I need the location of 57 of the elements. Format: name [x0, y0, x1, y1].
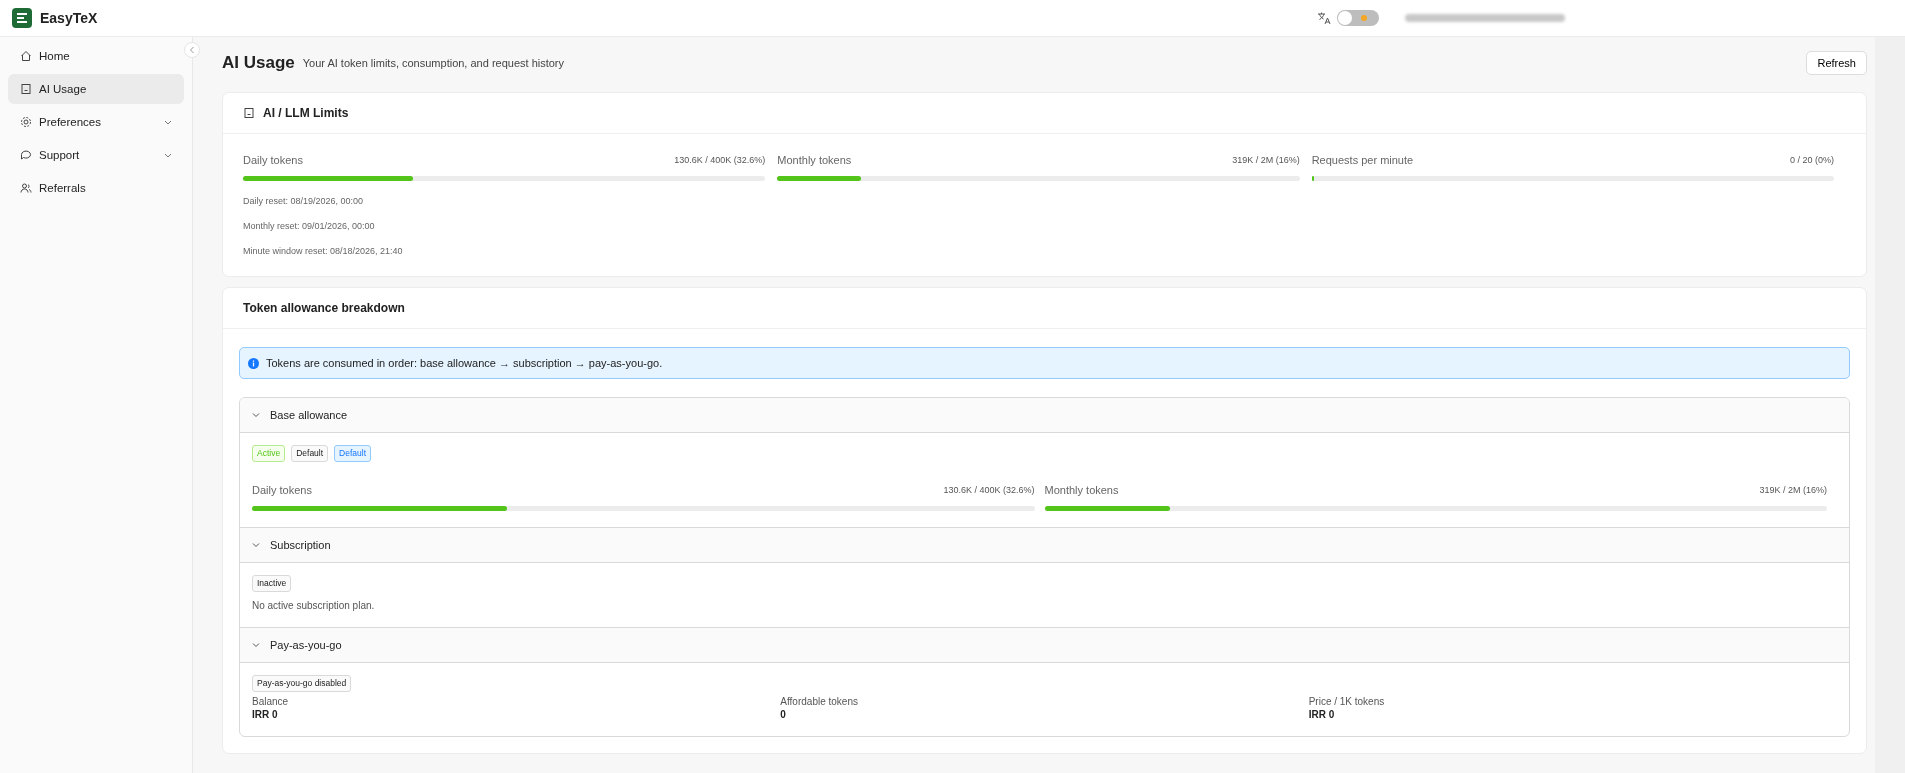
- info-text: Tokens are consumed in order: base allowance → subscription → pay-as-you-go.: [266, 357, 663, 369]
- status-tag: Inactive: [252, 575, 292, 593]
- settings-icon: [20, 116, 32, 128]
- stat-value: 0: [780, 709, 787, 721]
- meter-reading: 319K / 2M (16%): [1759, 485, 1827, 496]
- section-header[interactable]: Subscription: [240, 528, 1849, 564]
- chevron-down-icon: [252, 411, 260, 419]
- stat-value: IRR 0: [1308, 709, 1336, 721]
- meter-label: Requests per minute: [1311, 154, 1414, 166]
- translate-icon[interactable]: [1317, 11, 1331, 25]
- status-tag: Default: [334, 445, 372, 463]
- card-title: Token allowance breakdown: [243, 301, 405, 315]
- meter-label: Monthly tokens: [777, 154, 852, 166]
- sidebar-item[interactable]: Support: [8, 140, 184, 170]
- people-icon: [20, 182, 32, 194]
- page-subtitle: Your AI token limits, consumption, and request history: [302, 57, 565, 69]
- home-icon: [20, 50, 32, 62]
- stat-label: Affordable tokens: [780, 696, 859, 708]
- meter-label: Daily tokens: [252, 484, 312, 497]
- meter-label: Monthly tokens: [1044, 484, 1119, 497]
- app-name: EasyTeX: [40, 10, 98, 26]
- meter-label: Daily tokens: [243, 154, 303, 166]
- section-header[interactable]: Base allowance: [240, 398, 1849, 433]
- stat-label: Balance: [252, 696, 290, 708]
- meter-reading: 130.6K / 400K (32.6%): [674, 155, 766, 165]
- robot-icon: [20, 83, 32, 95]
- empty-message: No active subscription plan.: [252, 600, 376, 612]
- reset-time: Monthly reset: 09/01/2026, 00:00: [243, 221, 376, 231]
- card-title: AI / LLM Limits: [263, 106, 349, 120]
- reset-time: Minute window reset: 08/18/2026, 21:40: [243, 246, 404, 256]
- collapse-button[interactable]: [184, 42, 200, 58]
- sidebar-item[interactable]: Referrals: [8, 173, 184, 203]
- sidebar-item[interactable]: Preferences: [8, 107, 184, 137]
- chevron-left-icon: [189, 46, 195, 54]
- status-tag: Default: [291, 445, 329, 463]
- info-icon: [248, 357, 259, 369]
- meter-reading: 130.6K / 400K (32.6%): [943, 485, 1035, 496]
- chat-icon: [20, 149, 32, 161]
- refresh-button[interactable]: Refresh: [1806, 51, 1867, 75]
- sidebar-item[interactable]: Home: [8, 41, 184, 71]
- section-header[interactable]: Pay-as-you-go: [240, 628, 1849, 664]
- chevron-down-icon: [164, 152, 172, 158]
- logo-icon: [12, 8, 32, 28]
- status-tag: Active: [252, 445, 286, 463]
- chevron-down-icon: [252, 641, 260, 650]
- theme-toggle[interactable]: [1337, 10, 1379, 26]
- sidebar-item[interactable]: AI Usage: [8, 74, 184, 104]
- page-title: AI Usage: [222, 53, 295, 73]
- meter-reading: 319K / 2M (16%): [1232, 155, 1300, 165]
- robot-icon: [243, 107, 255, 119]
- status-tag: Pay-as-you-go disabled: [252, 675, 352, 693]
- stat-label: Price / 1K tokens: [1308, 696, 1386, 708]
- stat-value: IRR 0: [252, 709, 279, 721]
- chevron-down-icon: [252, 541, 260, 550]
- meter-reading: 0 / 20 (0%): [1789, 155, 1834, 165]
- reset-time: Daily reset: 08/19/2026, 00:00: [243, 196, 365, 206]
- chevron-down-icon: [164, 119, 172, 125]
